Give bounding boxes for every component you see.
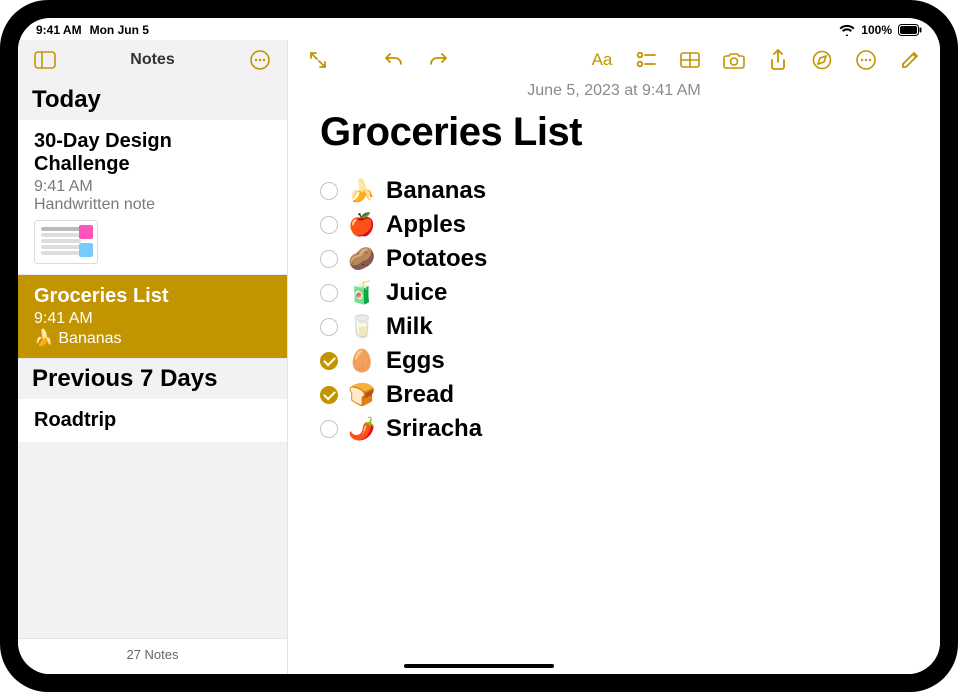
checklist-item[interactable]: 🌶️ Sriracha: [320, 415, 908, 443]
note-item-time: 9:41 AM: [34, 310, 271, 328]
more-icon[interactable]: [854, 48, 878, 72]
checklist-item[interactable]: 🍞 Bread: [320, 381, 908, 409]
wifi-icon: [839, 24, 855, 36]
compose-icon[interactable]: [898, 48, 922, 72]
checkbox[interactable]: [320, 250, 338, 268]
item-label[interactable]: Bananas: [386, 177, 486, 205]
status-bar: 9:41 AM Mon Jun 5 100%: [18, 18, 940, 40]
note-editor: Aa: [288, 40, 940, 674]
redo-icon[interactable]: [426, 48, 450, 72]
sidebar-footer: 27 Notes: [18, 638, 287, 674]
item-emoji: 🍌: [348, 178, 376, 204]
item-label[interactable]: Bread: [386, 381, 454, 409]
item-emoji: 🥔: [348, 246, 376, 272]
checklist-item[interactable]: 🧃 Juice: [320, 279, 908, 307]
note-item[interactable]: 30-Day Design Challenge 9:41 AM Handwrit…: [18, 120, 287, 275]
checkbox[interactable]: [320, 182, 338, 200]
note-timestamp: June 5, 2023 at 9:41 AM: [288, 82, 940, 100]
undo-icon[interactable]: [382, 48, 406, 72]
note-item[interactable]: Roadtrip: [18, 399, 287, 442]
sidebar-toolbar: Notes: [18, 40, 287, 80]
note-item-selected[interactable]: Groceries List 9:41 AM 🍌 Bananas: [18, 275, 287, 359]
checkbox[interactable]: [320, 420, 338, 438]
section-today: Today: [18, 80, 287, 120]
item-label[interactable]: Apples: [386, 211, 466, 239]
share-icon[interactable]: [766, 48, 790, 72]
item-label[interactable]: Milk: [386, 313, 433, 341]
note-item-title: Roadtrip: [34, 409, 271, 432]
sidebar-more-icon[interactable]: [245, 45, 275, 75]
item-emoji: 🌶️: [348, 416, 376, 442]
item-label[interactable]: Eggs: [386, 347, 445, 375]
editor-toolbar: Aa: [288, 40, 940, 80]
battery-pct: 100%: [861, 23, 892, 37]
checkbox[interactable]: [320, 284, 338, 302]
item-label[interactable]: Sriracha: [386, 415, 482, 443]
note-item-title: 30-Day Design Challenge: [34, 130, 271, 176]
table-icon[interactable]: [678, 48, 702, 72]
note-item-title: Groceries List: [34, 285, 271, 308]
checklist-item[interactable]: 🥛 Milk: [320, 313, 908, 341]
checklist-item[interactable]: 🍎 Apples: [320, 211, 908, 239]
device-frame: 9:41 AM Mon Jun 5 100% • • •: [0, 0, 958, 692]
note-item-preview: 🍌 Bananas: [34, 328, 271, 348]
checkbox[interactable]: [320, 386, 338, 404]
checkbox[interactable]: [320, 216, 338, 234]
screen: 9:41 AM Mon Jun 5 100% • • •: [18, 18, 940, 674]
status-date: Mon Jun 5: [90, 23, 149, 37]
item-emoji: 🥚: [348, 348, 376, 374]
checkbox[interactable]: [320, 352, 338, 370]
fullscreen-icon[interactable]: [306, 48, 330, 72]
sidebar-toggle-icon[interactable]: [30, 45, 60, 75]
checklist-item[interactable]: 🍌 Bananas: [320, 177, 908, 205]
item-label[interactable]: Juice: [386, 279, 447, 307]
markup-icon[interactable]: [810, 48, 834, 72]
item-emoji: 🍎: [348, 212, 376, 238]
status-time: 9:41 AM: [36, 23, 82, 37]
note-item-preview: Handwritten note: [34, 196, 271, 214]
note-body[interactable]: Groceries List 🍌 Bananas 🍎 Apples 🥔 Potatoes 🧃…: [288, 100, 940, 469]
checklist-icon[interactable]: [634, 48, 658, 72]
notes-list[interactable]: Today 30-Day Design Challenge 9:41 AM Ha…: [18, 80, 287, 638]
checklist-item[interactable]: 🥔 Potatoes: [320, 245, 908, 273]
item-emoji: 🧃: [348, 280, 376, 306]
battery-icon: [898, 24, 922, 36]
note-title[interactable]: Groceries List: [320, 110, 908, 155]
text-format-icon[interactable]: Aa: [590, 48, 614, 72]
sidebar-title: Notes: [60, 51, 245, 69]
item-label[interactable]: Potatoes: [386, 245, 487, 273]
section-prev7: Previous 7 Days: [18, 359, 287, 399]
checklist-item[interactable]: 🥚 Eggs: [320, 347, 908, 375]
item-emoji: 🍞: [348, 382, 376, 408]
sidebar: Notes Today 30-Day Design Challenge 9:41…: [18, 40, 288, 674]
checkbox[interactable]: [320, 318, 338, 336]
note-item-time: 9:41 AM: [34, 178, 271, 196]
home-indicator[interactable]: [404, 664, 554, 668]
camera-icon[interactable]: [722, 48, 746, 72]
checklist[interactable]: 🍌 Bananas 🍎 Apples 🥔 Potatoes 🧃 Juice 🥛 Milk 🥚 Eggs…: [320, 177, 908, 443]
note-thumbnail: [34, 220, 98, 264]
item-emoji: 🥛: [348, 314, 376, 340]
